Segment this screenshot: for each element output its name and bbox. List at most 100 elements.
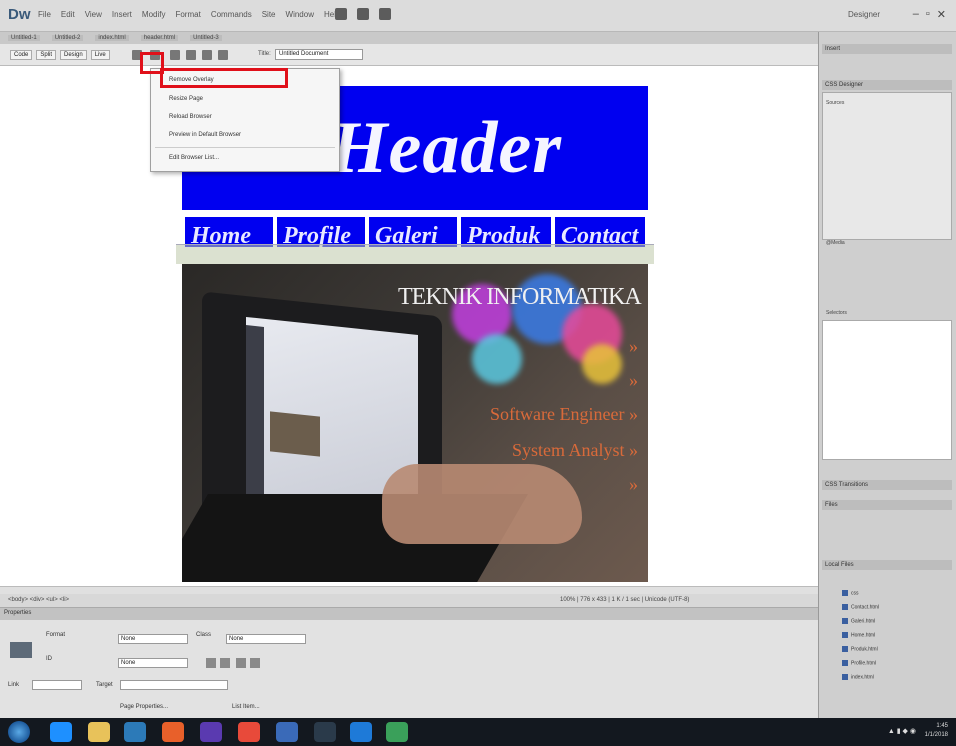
site-icon[interactable] bbox=[379, 8, 391, 20]
list-icon[interactable] bbox=[236, 658, 246, 668]
file-icon bbox=[842, 618, 848, 624]
doc-tab[interactable]: Untitled-3 bbox=[190, 35, 222, 41]
sources-label: Sources bbox=[826, 100, 845, 106]
title-label: Title: bbox=[258, 51, 271, 57]
menu-format[interactable]: Format bbox=[175, 10, 200, 19]
hero-list-item: » bbox=[629, 336, 638, 356]
format-select[interactable]: None bbox=[118, 634, 188, 644]
workspace-switcher[interactable]: Designer bbox=[848, 10, 880, 19]
ie-icon[interactable] bbox=[50, 722, 72, 742]
file-list-item[interactable]: Produk.html bbox=[842, 646, 878, 652]
chrome-icon[interactable] bbox=[238, 722, 260, 742]
target-select[interactable] bbox=[120, 680, 228, 690]
element-guide-overlay bbox=[176, 244, 654, 264]
menu-item-preview-default-browser[interactable]: Preview in Default Browser bbox=[169, 132, 241, 138]
menu-bar: Dw File Edit View Insert Modify Format C… bbox=[0, 0, 956, 32]
local-files-header: Local Files bbox=[822, 560, 952, 570]
properties-header: Properties bbox=[0, 608, 818, 620]
app-icon[interactable] bbox=[314, 722, 336, 742]
split-view-button[interactable]: Split bbox=[36, 50, 57, 60]
menu-view[interactable]: View bbox=[85, 10, 102, 19]
clock[interactable]: 1:45 1/1/2018 bbox=[925, 722, 948, 740]
file-management-icon[interactable] bbox=[170, 50, 180, 60]
file-icon bbox=[842, 646, 848, 652]
app-icon[interactable] bbox=[276, 722, 298, 742]
doc-tab[interactable]: Untitled-1 bbox=[8, 35, 40, 41]
menu-separator bbox=[155, 147, 335, 148]
menu-modify[interactable]: Modify bbox=[142, 10, 166, 19]
italic-icon[interactable] bbox=[220, 658, 230, 668]
doc-tab[interactable]: index.html bbox=[95, 35, 129, 41]
menu-commands[interactable]: Commands bbox=[211, 10, 252, 19]
close-button[interactable]: ✕ bbox=[937, 8, 946, 21]
file-list-item[interactable]: css bbox=[842, 590, 859, 596]
hero-list-item: System Analyst » bbox=[511, 440, 638, 460]
link-input[interactable] bbox=[32, 680, 82, 690]
css-designer-panel bbox=[822, 92, 952, 240]
app-icon[interactable] bbox=[350, 722, 372, 742]
extend-icon[interactable] bbox=[357, 8, 369, 20]
title-input[interactable]: Untitled Document bbox=[275, 49, 363, 60]
document-toolbar: Code Split Design Live Title: Untitled D… bbox=[0, 44, 818, 66]
properties-panel: Format None ID None Class None Link Targ… bbox=[0, 620, 818, 718]
file-list-item[interactable]: Galeri.html bbox=[842, 618, 875, 624]
menu-icon-group bbox=[335, 8, 391, 20]
menu-edit[interactable]: Edit bbox=[61, 10, 75, 19]
css-designer-tab[interactable]: CSS Designer bbox=[822, 80, 952, 90]
file-icon bbox=[842, 632, 848, 638]
maximize-button[interactable]: ▫ bbox=[926, 8, 930, 21]
start-button[interactable] bbox=[8, 721, 30, 743]
clock-date: 1/1/2018 bbox=[924, 732, 948, 738]
firefox-icon[interactable] bbox=[162, 722, 184, 742]
hero-list-item: » bbox=[629, 370, 638, 390]
layout-icon[interactable] bbox=[335, 8, 347, 20]
menu-item-reload-browser[interactable]: Reload Browser bbox=[169, 114, 212, 120]
explorer-icon[interactable] bbox=[88, 722, 110, 742]
code-view-button[interactable]: Code bbox=[10, 50, 33, 60]
file-list-item[interactable]: index.html bbox=[842, 674, 874, 680]
class-select[interactable]: None bbox=[226, 634, 306, 644]
file-list-item[interactable]: Profile.html bbox=[842, 660, 876, 666]
check-page-icon[interactable] bbox=[218, 50, 228, 60]
bold-icon[interactable] bbox=[206, 658, 216, 668]
insert-panel-tab[interactable]: Insert bbox=[822, 44, 952, 54]
list-item-button[interactable]: List Item... bbox=[232, 704, 260, 710]
doc-tab[interactable]: Untitled-2 bbox=[51, 35, 84, 41]
horizontal-scrollbar[interactable] bbox=[0, 586, 818, 594]
css-transitions-tab[interactable]: CSS Transitions bbox=[822, 480, 952, 490]
doc-tab[interactable]: header.html bbox=[140, 35, 179, 41]
ordered-list-icon[interactable] bbox=[250, 658, 260, 668]
system-tray[interactable]: ▲ ▮ ◆ ◉ bbox=[888, 727, 916, 735]
visual-aids-icon[interactable] bbox=[202, 50, 212, 60]
menu-file[interactable]: File bbox=[38, 10, 51, 19]
menu-insert[interactable]: Insert bbox=[112, 10, 132, 19]
file-list-item[interactable]: Contact.html bbox=[842, 604, 879, 610]
files-tab[interactable]: Files bbox=[822, 500, 952, 510]
design-view-button[interactable]: Design bbox=[60, 50, 87, 60]
file-icon bbox=[842, 604, 848, 610]
minimize-button[interactable]: – bbox=[913, 8, 919, 21]
dreamweaver-taskbar-icon[interactable] bbox=[386, 722, 408, 742]
menu-item-edit-browser-list[interactable]: Edit Browser List... bbox=[169, 155, 219, 161]
hero-title: TEKNIK INFORMATIKA bbox=[398, 284, 642, 310]
file-icon bbox=[842, 660, 848, 666]
view-buttons: Code Split Design Live bbox=[10, 50, 110, 60]
app-icon[interactable] bbox=[200, 722, 222, 742]
selectors-panel bbox=[822, 320, 952, 460]
menu-window[interactable]: Window bbox=[286, 10, 314, 19]
page-properties-button[interactable]: Page Properties... bbox=[120, 704, 168, 710]
window-controls: – ▫ ✕ bbox=[913, 8, 946, 21]
app-icon[interactable] bbox=[124, 722, 146, 742]
refresh-icon[interactable] bbox=[186, 50, 196, 60]
target-label: Target bbox=[96, 682, 113, 688]
id-label: ID bbox=[46, 656, 52, 662]
id-select[interactable]: None bbox=[118, 658, 188, 668]
tag-selector[interactable]: <body> <div> <ul> <li> bbox=[8, 597, 69, 603]
hero-image[interactable]: TEKNIK INFORMATIKA » » Software Engineer… bbox=[182, 264, 648, 582]
main-menu: File Edit View Insert Modify Format Comm… bbox=[38, 10, 340, 19]
html-icon bbox=[10, 642, 32, 658]
file-list-item[interactable]: Home.html bbox=[842, 632, 875, 638]
menu-item-resize-page[interactable]: Resize Page bbox=[169, 96, 203, 102]
menu-site[interactable]: Site bbox=[262, 10, 276, 19]
live-view-button[interactable]: Live bbox=[90, 50, 110, 60]
